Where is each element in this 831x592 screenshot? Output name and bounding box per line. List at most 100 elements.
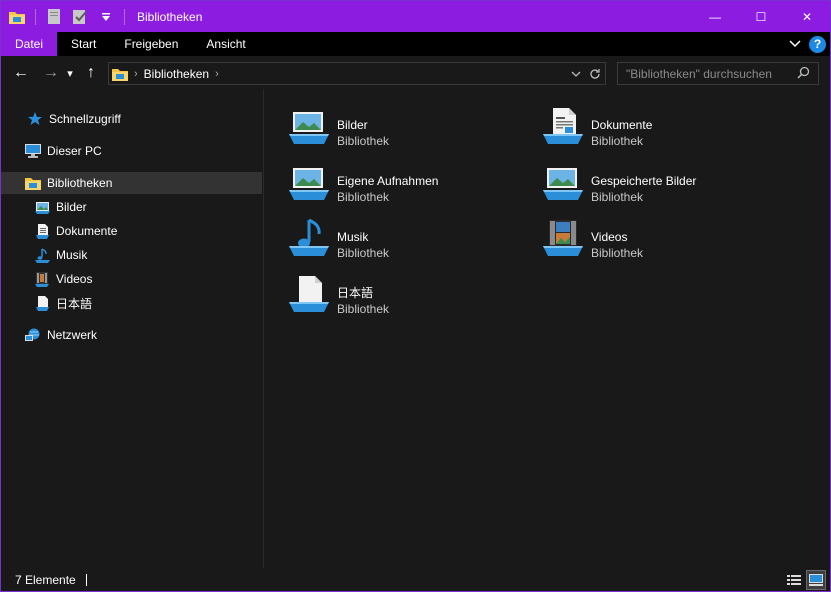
library-tile-text: Bilder Bibliothek (337, 106, 389, 149)
recent-locations-button[interactable]: ▾ (63, 61, 77, 85)
sidebar-item-bibliotheken[interactable]: Bibliotheken (1, 172, 262, 194)
generic-library-icon (289, 276, 329, 312)
refresh-icon[interactable] (589, 68, 601, 80)
library-type: Bibliothek (591, 134, 644, 148)
library-tile-japanese[interactable]: 日本語 Bibliothek (287, 274, 527, 322)
title-bar[interactable]: Bibliotheken — ☐ ✕ (1, 1, 830, 32)
ribbon-controls: ? (789, 32, 826, 56)
breadcrumb-separator[interactable]: › (215, 68, 219, 80)
library-tile-eigene-aufnahmen[interactable]: Eigene Aufnahmen Bibliothek (287, 162, 527, 210)
videos-icon (34, 271, 50, 287)
library-name: 日本語 (337, 286, 374, 300)
sidebar-item-dokumente[interactable]: Dokumente (1, 220, 262, 242)
breadcrumb-bibliotheken[interactable]: Bibliotheken (144, 67, 209, 81)
toolbar-divider (124, 8, 125, 25)
library-tile-dokumente[interactable]: Dokumente Bibliothek (541, 106, 781, 154)
minimize-button[interactable]: — (692, 1, 738, 32)
navigation-pane: Schnellzugriff Dieser PC Bibliotheken Bi… (1, 90, 264, 568)
library-type: Bibliothek (337, 190, 390, 204)
library-tile-text: Musik Bibliothek (337, 218, 389, 261)
quick-access-toolbar (1, 1, 135, 32)
customize-toolbar-icon[interactable] (98, 9, 114, 25)
large-icons-view-button[interactable] (806, 570, 826, 590)
library-name: Eigene Aufnahmen (337, 174, 439, 188)
library-name: Videos (591, 230, 628, 244)
expand-ribbon-icon[interactable] (789, 37, 801, 51)
library-type: Bibliothek (591, 190, 644, 204)
library-tile-text: Eigene Aufnahmen Bibliothek (337, 162, 438, 205)
library-name: Bilder (337, 118, 368, 132)
library-tile-text: Videos Bibliothek (591, 218, 643, 261)
sidebar-item-dieser-pc[interactable]: Dieser PC (1, 140, 262, 162)
library-tile-musik[interactable]: Musik Bibliothek (287, 218, 527, 266)
tab-ansicht[interactable]: Ansicht (192, 32, 259, 56)
sidebar-item-japanese[interactable]: 日本語 (1, 292, 262, 314)
videos-library-icon (543, 220, 583, 256)
documents-icon (34, 223, 50, 239)
tab-datei[interactable]: Datei (1, 32, 58, 56)
help-icon[interactable]: ? (809, 35, 826, 53)
star-icon (27, 111, 43, 127)
close-button[interactable]: ✕ (784, 1, 830, 32)
library-tile-gespeicherte-bilder[interactable]: Gespeicherte Bilder Bibliothek (541, 162, 781, 210)
explorer-window: Bibliotheken — ☐ ✕ Datei Start Freigeben… (0, 0, 831, 592)
back-button[interactable]: ← (9, 61, 33, 85)
library-tile-videos[interactable]: Videos Bibliothek (541, 218, 781, 266)
maximize-button[interactable]: ☐ (738, 1, 784, 32)
search-placeholder: "Bibliotheken" durchsuchen (626, 66, 772, 81)
navigation-bar: ← → ▾ ↑ › Bibliotheken › "Bibliotheken" … (1, 56, 830, 90)
sidebar-item-label: Netzwerk (47, 328, 98, 342)
sidebar-item-videos[interactable]: Videos (1, 268, 262, 290)
sidebar-item-netzwerk[interactable]: Netzwerk (1, 324, 262, 346)
library-type: Bibliothek (337, 134, 390, 148)
ribbon-tabs: Datei Start Freigeben Ansicht ? (1, 32, 830, 56)
library-type: Bibliothek (591, 246, 644, 260)
pictures-library-icon (289, 112, 329, 144)
sidebar-item-label: Videos (56, 272, 93, 286)
search-input[interactable]: "Bibliotheken" durchsuchen (617, 62, 819, 85)
library-tile-text: Gespeicherte Bilder Bibliothek (591, 162, 696, 205)
sidebar-item-schnellzugriff[interactable]: Schnellzugriff (1, 108, 262, 130)
document-icon (34, 295, 50, 311)
sidebar-item-musik[interactable]: Musik (1, 244, 262, 266)
search-icon[interactable] (797, 66, 810, 82)
details-view-button[interactable] (784, 570, 804, 590)
library-type: Bibliothek (337, 246, 390, 260)
details-view-icon (787, 575, 801, 585)
sidebar-item-bilder[interactable]: Bilder (1, 196, 262, 218)
pictures-library-icon (543, 168, 583, 200)
address-bar[interactable]: › Bibliotheken › (108, 62, 606, 85)
library-view: Bilder Bibliothek Dokumente Bibliothek E… (265, 90, 830, 568)
tab-freigeben[interactable]: Freigeben (110, 32, 192, 56)
sidebar-item-label: 日本語 (56, 296, 93, 311)
up-button[interactable]: ↑ (79, 61, 103, 85)
sidebar-item-label: Bibliotheken (47, 176, 113, 190)
library-folder-icon (112, 67, 128, 81)
library-tile-text: 日本語 Bibliothek (337, 274, 389, 317)
view-switcher (782, 570, 826, 590)
window-controls: — ☐ ✕ (692, 1, 830, 32)
address-history-icon[interactable] (571, 71, 581, 77)
sidebar-item-label: Schnellzugriff (49, 112, 121, 126)
sidebar-item-label: Dokumente (56, 224, 118, 238)
library-type: Bibliothek (337, 302, 390, 316)
forward-button[interactable]: → (39, 61, 63, 85)
breadcrumb-separator[interactable]: › (134, 68, 138, 80)
library-name: Gespeicherte Bilder (591, 174, 697, 188)
music-library-icon (289, 218, 329, 256)
properties-icon[interactable] (46, 9, 62, 25)
window-title: Bibliotheken (137, 9, 203, 24)
computer-icon (25, 143, 41, 159)
pictures-icon (34, 199, 50, 215)
item-count: 7 Elemente (15, 573, 76, 587)
tab-start[interactable]: Start (57, 32, 110, 56)
sidebar-item-label: Bilder (56, 200, 87, 214)
status-divider (85, 574, 87, 586)
new-folder-icon[interactable] (72, 9, 88, 25)
library-tile-bilder[interactable]: Bilder Bibliothek (287, 106, 527, 154)
network-icon (25, 327, 41, 343)
library-folder-icon (25, 175, 41, 191)
music-icon (34, 247, 50, 263)
address-controls (571, 63, 605, 84)
library-name: Dokumente (591, 118, 653, 132)
